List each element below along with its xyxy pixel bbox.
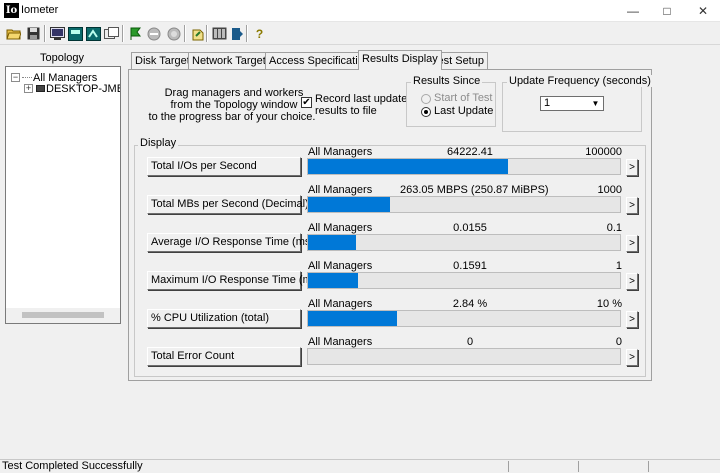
minimize-icon[interactable]: — xyxy=(618,0,648,22)
help-icon[interactable]: ? xyxy=(250,24,269,43)
app-logo: Io xyxy=(4,3,19,18)
progress-bar xyxy=(307,348,621,365)
progress-bar xyxy=(307,310,621,327)
row-max: 0 xyxy=(615,336,622,348)
row-value: 2.84 % xyxy=(452,298,488,310)
row-arrow-button[interactable]: > xyxy=(626,273,638,290)
disconnect-icon[interactable] xyxy=(228,24,247,43)
update-frequency-title: Update Frequency (seconds) xyxy=(507,75,653,87)
progress-bar xyxy=(307,272,621,289)
tree-collapse-icon[interactable]: − xyxy=(11,73,20,82)
progress-bar xyxy=(307,196,621,213)
new-manager-icon[interactable] xyxy=(48,24,67,43)
record-results-label: results to file xyxy=(315,105,377,117)
progress-bar-fill xyxy=(308,197,391,212)
new-disk-worker-icon[interactable] xyxy=(66,24,85,43)
topology-scrollbar-thumb[interactable] xyxy=(22,312,104,318)
toolbar-separator xyxy=(206,25,208,42)
last-update-label: Last Update xyxy=(434,105,494,117)
drag-hint-line: Drag managers and workers xyxy=(164,87,304,99)
row-arrow-button[interactable]: > xyxy=(626,311,638,328)
row-source: All Managers xyxy=(308,260,373,272)
progress-bar-fill xyxy=(308,159,509,174)
stop-all-icon[interactable] xyxy=(164,24,183,43)
row-source: All Managers xyxy=(308,336,373,348)
tab-network-targets[interactable]: Network Targets xyxy=(188,52,276,69)
progress-bar xyxy=(307,158,621,175)
copy-worker-icon[interactable] xyxy=(102,24,121,43)
row-value: 0.1591 xyxy=(453,260,487,272)
toolbar-separator xyxy=(246,25,248,42)
toolbar-separator xyxy=(184,25,186,42)
progress-bar-fill xyxy=(308,235,357,250)
reset-workers-icon[interactable] xyxy=(188,24,207,43)
metric-button[interactable]: Maximum I/O Response Time (ms) xyxy=(147,271,321,290)
toolbar: ? xyxy=(0,22,720,45)
record-results-label: Record last update xyxy=(315,93,408,105)
tree-line xyxy=(22,77,32,78)
row-source: All Managers xyxy=(308,222,373,234)
exit-icon[interactable] xyxy=(210,24,229,43)
row-source: All Managers xyxy=(308,298,373,310)
row-arrow-button[interactable]: > xyxy=(626,159,638,176)
drag-hint-line: to the progress bar of your choice. xyxy=(148,111,316,123)
chevron-down-icon[interactable]: ▼ xyxy=(590,98,601,109)
topology-tree[interactable]: − All Managers + DESKTOP-JMBCB8E xyxy=(5,66,121,324)
open-icon[interactable] xyxy=(4,24,23,43)
progress-bar-fill xyxy=(308,273,358,288)
row-value: 263.05 MBPS (250.87 MiBPS) xyxy=(400,184,549,196)
row-arrow-button[interactable]: > xyxy=(626,349,638,366)
metric-button[interactable]: Total MBs per Second (Decimal) xyxy=(147,195,309,214)
start-of-test-label: Start of Test xyxy=(434,92,493,104)
row-value: 0 xyxy=(466,336,474,348)
computer-icon xyxy=(36,85,45,92)
tree-item-desktop[interactable]: DESKTOP-JMBCB8E xyxy=(46,83,120,95)
metric-button[interactable]: Average I/O Response Time (ms) xyxy=(147,233,314,252)
save-icon[interactable] xyxy=(24,24,43,43)
tab-results-display[interactable]: Results Display xyxy=(358,50,442,70)
status-separator xyxy=(508,461,509,472)
metric-button[interactable]: % CPU Utilization (total) xyxy=(147,309,301,328)
status-separator xyxy=(648,461,649,472)
row-max: 0.1 xyxy=(606,222,622,234)
progress-bar xyxy=(307,234,621,251)
row-source: All Managers xyxy=(308,184,373,196)
row-arrow-button[interactable]: > xyxy=(626,197,638,214)
tree-expand-icon[interactable]: + xyxy=(24,84,33,93)
display-title: Display xyxy=(138,137,179,149)
row-value: 0.0155 xyxy=(453,222,487,234)
last-update-radio[interactable] xyxy=(421,107,431,117)
record-results-checkbox[interactable]: ✔ xyxy=(301,97,312,108)
progress-bar-fill xyxy=(308,311,397,326)
metric-button[interactable]: Total I/Os per Second xyxy=(147,157,301,176)
row-max: 1 xyxy=(615,260,622,272)
row-arrow-button[interactable]: > xyxy=(626,235,638,252)
toolbar-separator xyxy=(44,25,46,42)
row-max: 1000 xyxy=(597,184,622,196)
row-max: 100000 xyxy=(585,146,622,158)
status-text: Test Completed Successfully xyxy=(2,460,143,472)
status-separator xyxy=(578,461,579,472)
window-title: Iometer xyxy=(21,4,59,16)
drag-hint-line: from the Topology window xyxy=(170,99,298,111)
update-frequency-value: 1 xyxy=(544,97,551,109)
topology-label: Topology xyxy=(40,52,85,64)
close-icon[interactable]: ✕ xyxy=(688,0,718,22)
title-bar xyxy=(0,0,720,22)
maximize-icon[interactable]: □ xyxy=(652,0,682,22)
new-network-worker-icon[interactable] xyxy=(84,24,103,43)
start-icon[interactable] xyxy=(126,24,145,43)
start-of-test-radio[interactable] xyxy=(421,94,431,104)
results-since-title: Results Since xyxy=(411,75,483,87)
toolbar-separator xyxy=(122,25,124,42)
row-source: All Managers xyxy=(308,146,373,158)
metric-button[interactable]: Total Error Count xyxy=(147,347,301,366)
row-max: 10 % xyxy=(596,298,622,310)
update-frequency-select[interactable]: 1 ▼ xyxy=(540,96,604,111)
row-value: 64222.41 xyxy=(447,146,493,158)
stop-icon[interactable] xyxy=(144,24,163,43)
